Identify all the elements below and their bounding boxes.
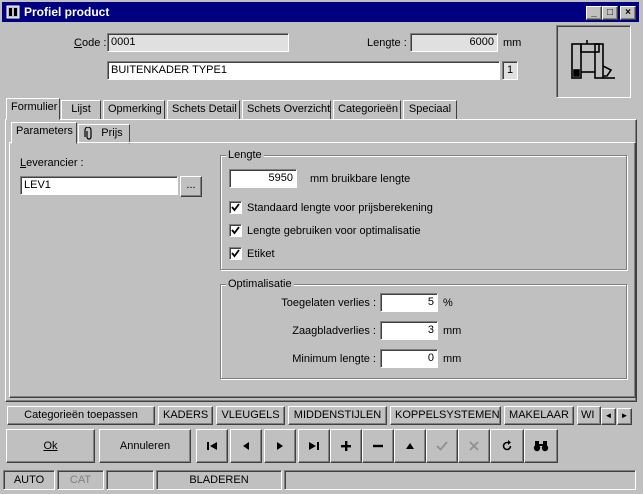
next-record-button[interactable] (264, 429, 296, 463)
saw-blade-loss-field[interactable]: 3 (380, 321, 438, 340)
first-record-button[interactable] (196, 429, 228, 463)
confirm-icon (436, 441, 448, 451)
length-field[interactable]: 6000 (410, 33, 498, 52)
minimum-length-label: Minimum lengte : (292, 353, 376, 365)
cancel-button[interactable]: Annuleren (99, 429, 191, 463)
refresh-button[interactable] (490, 429, 524, 463)
last-record-button[interactable] (298, 429, 330, 463)
status-state: BLADEREN (156, 470, 282, 490)
description-index: 1 (502, 61, 518, 80)
app-icon (6, 5, 20, 19)
tab-categorieen[interactable]: Categorieën (333, 100, 401, 120)
window-title: Profiel product (24, 5, 110, 19)
minimum-length-unit: mm (443, 353, 462, 365)
tab-opmerking[interactable]: Opmerking (103, 100, 165, 120)
status-empty-1 (106, 470, 154, 490)
length-group-title: Lengte (226, 149, 264, 161)
length-unit: mm (503, 37, 522, 49)
tab-schets-detail[interactable]: Schets Detail (167, 100, 240, 120)
tab-schets-overzicht[interactable]: Schets Overzicht (242, 100, 331, 120)
allowed-loss-unit: % (443, 297, 453, 309)
optimization-length-label: Lengte gebruiken voor optimalisatie (247, 225, 421, 237)
category-tab-makelaar[interactable]: MAKELAAR (504, 406, 574, 425)
usable-length-unit: mm bruikbare lengte (310, 173, 411, 185)
next-record-icon (277, 442, 283, 450)
cancel-button-label: Annuleren (119, 440, 171, 452)
label-option-label: Etiket (247, 248, 275, 260)
tab-parameters[interactable]: Parameters (11, 122, 77, 144)
apply-categories-button[interactable]: Categorieën toepassen (7, 406, 155, 425)
search-binoculars-icon (533, 441, 549, 452)
supplier-label: Leverancier : (20, 157, 84, 169)
code-label: Code : (74, 37, 107, 49)
maximize-button[interactable]: □ (602, 6, 618, 20)
label-checkbox[interactable] (229, 247, 242, 260)
saw-blade-loss-unit: mm (443, 325, 462, 337)
profile-sketch-icon (571, 40, 615, 79)
ok-button[interactable]: Ok (6, 429, 95, 463)
edit-record-icon (406, 443, 414, 449)
description-field[interactable]: BUITENKADER TYPE1 (107, 61, 500, 80)
category-scroll-left-button[interactable]: ◄ (601, 408, 616, 425)
ok-button-label: Ok (43, 440, 58, 452)
category-tab-koppelsystemen[interactable]: KOPPELSYSTEMEN (390, 406, 501, 425)
length-label: Lengte : (367, 37, 407, 49)
category-tab-vleugels[interactable]: VLEUGELS (216, 406, 285, 425)
minimize-button[interactable]: _ (586, 6, 602, 20)
search-button[interactable] (524, 429, 558, 463)
tab-formulier[interactable]: Formulier (6, 98, 60, 120)
check-mark-icon (231, 249, 240, 258)
standard-length-checkbox[interactable] (229, 201, 242, 214)
check-mark-icon (231, 226, 240, 235)
standard-length-label: Standaard lengte voor prijsberekening (247, 202, 433, 214)
category-tab-middenstijlen[interactable]: MIDDENSTIJLEN (288, 406, 387, 425)
add-record-button[interactable] (330, 429, 362, 463)
refresh-icon (502, 440, 512, 451)
usable-length-field[interactable]: 5950 (229, 169, 297, 188)
profile-sketch (556, 25, 631, 98)
title-bar[interactable]: Profiel product _ □ × (2, 2, 639, 22)
tab-prijs[interactable]: Prijs (78, 124, 130, 144)
code-field[interactable]: 0001 (107, 33, 289, 52)
saw-blade-loss-label: Zaagbladverlies : (292, 325, 376, 337)
category-tab-wi[interactable]: WI (577, 406, 601, 425)
supplier-field[interactable]: LEV1 (20, 176, 178, 195)
first-record-icon (207, 442, 217, 450)
supplier-browse-button[interactable]: ... (180, 176, 202, 197)
tab-prijs-label: Prijs (101, 127, 123, 139)
tab-speciaal[interactable]: Speciaal (403, 100, 457, 120)
check-mark-icon (231, 203, 240, 212)
status-mode-cat: CAT (57, 470, 104, 490)
delete-record-button[interactable] (362, 429, 394, 463)
tab-lijst[interactable]: Lijst (61, 100, 101, 120)
prev-record-icon (243, 442, 249, 450)
category-tab-kaders[interactable]: KADERS (158, 406, 213, 425)
allowed-loss-label: Toegelaten verlies : (281, 297, 376, 309)
confirm-button[interactable] (426, 429, 458, 463)
paperclip-icon (84, 127, 92, 140)
prev-record-button[interactable] (230, 429, 262, 463)
optimization-length-checkbox[interactable] (229, 224, 242, 237)
allowed-loss-field[interactable]: 5 (380, 293, 438, 312)
minimum-length-field[interactable]: 0 (380, 349, 438, 368)
optimization-group-title: Optimalisatie (226, 278, 294, 290)
last-record-icon (309, 442, 319, 450)
status-empty-2 (284, 470, 636, 490)
edit-record-button[interactable] (394, 429, 426, 463)
delete-record-icon (373, 444, 383, 448)
cancel-edit-icon (469, 441, 479, 451)
category-scroll-right-button[interactable]: ► (617, 408, 632, 425)
close-button[interactable]: × (620, 6, 636, 20)
status-mode-auto: AUTO (3, 470, 55, 490)
add-record-icon (341, 441, 351, 451)
cancel-edit-button[interactable] (458, 429, 490, 463)
